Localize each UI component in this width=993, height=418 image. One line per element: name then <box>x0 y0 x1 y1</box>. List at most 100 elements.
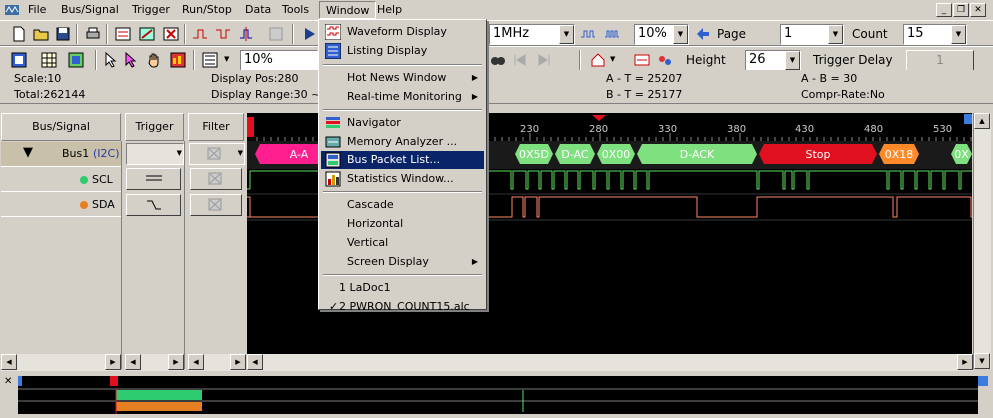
sda-trigger-button[interactable] <box>126 194 181 216</box>
window-menu-item[interactable]: Horizontal <box>321 215 484 233</box>
chevron-down-icon[interactable]: ▼ <box>828 25 843 44</box>
menu-help[interactable]: Help <box>377 3 402 16</box>
window-menu-item[interactable]: Waveform Display <box>321 23 484 41</box>
bus-packet-label: D-AC <box>561 148 589 161</box>
chevron-down-icon[interactable]: ▼ <box>785 51 800 70</box>
bus-type: (I2C) <box>93 147 120 160</box>
window-menu-item[interactable]: Hot News Window ▶ <box>321 69 484 87</box>
trigger-rise-icon[interactable] <box>192 26 208 42</box>
chevron-down-icon[interactable]: ▼ <box>559 25 574 44</box>
menu-bus-signal[interactable]: Bus/Signal <box>61 3 119 16</box>
scl-row[interactable]: SCL <box>1 168 121 192</box>
window-menu-item[interactable]: Listing Display <box>321 42 484 60</box>
t-marker-icon[interactable] <box>247 117 254 137</box>
chevron-down-icon[interactable]: ▼ <box>177 149 182 157</box>
menu-tools[interactable]: Tools <box>282 3 309 16</box>
scale-text: Scale:10 <box>14 72 62 85</box>
height-select[interactable]: 26 ▼ <box>745 50 801 71</box>
bus-edit-icon[interactable] <box>139 26 155 42</box>
page-select[interactable]: 1 ▼ <box>780 24 844 45</box>
home-chevron-icon[interactable]: ▼ <box>610 55 615 63</box>
pointer-icon[interactable] <box>102 51 118 68</box>
home-icon[interactable] <box>590 52 606 68</box>
find-icon[interactable] <box>490 52 506 68</box>
window-menu-item[interactable]: Statistics Window... <box>321 170 484 188</box>
filter-header[interactable]: Filter <box>188 113 244 141</box>
ruler-tick-label: 230 <box>520 124 539 135</box>
trigger-header[interactable]: Trigger <box>125 113 184 141</box>
filter-hscroll[interactable]: ◀ ▶ <box>188 354 246 371</box>
chevron-down-icon[interactable]: ▼ <box>238 149 243 157</box>
menu-run-stop[interactable]: Run/Stop <box>182 3 232 16</box>
window-menu-item[interactable]: Cascade <box>321 196 484 214</box>
bus-row[interactable]: ▼ Bus1 (I2C) <box>1 142 121 167</box>
measure-icon[interactable] <box>170 52 186 68</box>
window-menu-item[interactable]: Vertical <box>321 234 484 252</box>
layout-icon[interactable] <box>68 52 84 68</box>
trigger-setup-icon[interactable] <box>238 26 254 42</box>
window-menu-item[interactable]: ✓ 2 PWRON_COUNT15.alc <box>321 298 484 316</box>
select-tool-icon[interactable] <box>123 51 139 68</box>
menu-window[interactable]: Window <box>319 1 377 19</box>
trigger-hscroll[interactable]: ◀ ▶ <box>125 354 184 371</box>
zoom-select[interactable]: 10% <box>240 50 318 71</box>
scl-filter-button[interactable] <box>190 168 242 190</box>
chevron-down-icon[interactable]: ▼ <box>951 25 966 44</box>
close-overview-icon[interactable]: ✕ <box>4 376 12 387</box>
waveform-vscroll[interactable]: ▲ ▼ <box>973 113 991 369</box>
overview-t-marker-icon[interactable] <box>110 376 118 386</box>
waveform-hscroll[interactable]: ◀ ▶ <box>247 354 973 371</box>
minimize-button[interactable]: _ <box>936 3 952 17</box>
window-menu-item[interactable]: 1 LaDoc1 <box>321 279 484 297</box>
print-icon[interactable] <box>85 26 101 42</box>
menu-file[interactable]: File <box>28 3 46 16</box>
bus-delete-icon[interactable] <box>163 26 179 42</box>
restore-button[interactable]: ❐ <box>953 3 969 17</box>
trigger-fall-icon[interactable] <box>215 26 231 42</box>
window-menu-item[interactable]: Memory Analyzer ... <box>321 133 484 151</box>
compr-rate-text: Compr-Rate:No <box>801 88 885 101</box>
menu-data[interactable]: Data <box>245 3 271 16</box>
window-menu: Waveform Display Listing Display Hot News … <box>318 19 487 313</box>
window-menu-item[interactable]: Screen Display ▶ <box>321 253 484 271</box>
display-mode-icon[interactable] <box>202 52 218 68</box>
hand-icon[interactable] <box>146 52 162 68</box>
menu-bar: File Bus/Signal Trigger Run/Stop Data To… <box>0 0 993 20</box>
waveform-mode-icon[interactable] <box>580 26 596 42</box>
open-icon[interactable] <box>33 26 49 42</box>
bus-signal-hscroll[interactable]: ◀ ▶ <box>1 354 121 371</box>
sda-row[interactable]: SDA <box>1 193 121 217</box>
window-menu-item[interactable]: Bus Packet List... <box>321 151 484 169</box>
b-marker-icon[interactable] <box>964 114 972 124</box>
count-select[interactable]: 15 ▼ <box>903 24 967 45</box>
menu-separator <box>323 64 482 66</box>
filter-icon[interactable] <box>657 52 673 68</box>
chevron-down-icon[interactable]: ▼ <box>673 25 688 44</box>
scl-trigger-button[interactable] <box>126 168 181 190</box>
grid-icon[interactable] <box>41 52 57 68</box>
bus-filter-cell[interactable]: ▼ <box>189 143 245 165</box>
bus-packet-label: 0X <box>954 148 969 161</box>
bus-icon[interactable] <box>634 52 650 68</box>
zoom-select-top[interactable]: 10% ▼ <box>634 24 689 45</box>
pulse-mode-icon[interactable] <box>604 26 620 42</box>
save-icon[interactable] <box>55 26 71 42</box>
config-icon[interactable] <box>11 52 27 68</box>
bus-trigger-select[interactable]: ▼ <box>126 143 184 165</box>
trigger-delay-input[interactable]: 1 <box>906 50 974 71</box>
window-menu-item[interactable]: Navigator <box>321 114 484 132</box>
window-menu-item[interactable]: Real-time Monitoring ▶ <box>321 88 484 106</box>
overview-a-marker-icon[interactable] <box>18 376 22 386</box>
scl-label: SCL <box>92 173 113 186</box>
bus-add-icon[interactable] <box>115 26 131 42</box>
sda-filter-button[interactable] <box>190 194 242 216</box>
close-button[interactable]: ✕ <box>970 3 986 17</box>
collapse-triangle-icon[interactable]: ▼ <box>23 145 33 160</box>
menu-trigger[interactable]: Trigger <box>132 3 170 16</box>
run-icon[interactable] <box>302 26 318 42</box>
bus-signal-header[interactable]: Bus/Signal <box>1 113 121 141</box>
overview-b-marker-icon[interactable] <box>978 376 988 386</box>
display-mode-chevron-icon[interactable]: ▼ <box>224 55 229 63</box>
sample-rate-select[interactable]: 1MHz ▼ <box>489 24 575 45</box>
new-icon[interactable] <box>11 26 27 42</box>
